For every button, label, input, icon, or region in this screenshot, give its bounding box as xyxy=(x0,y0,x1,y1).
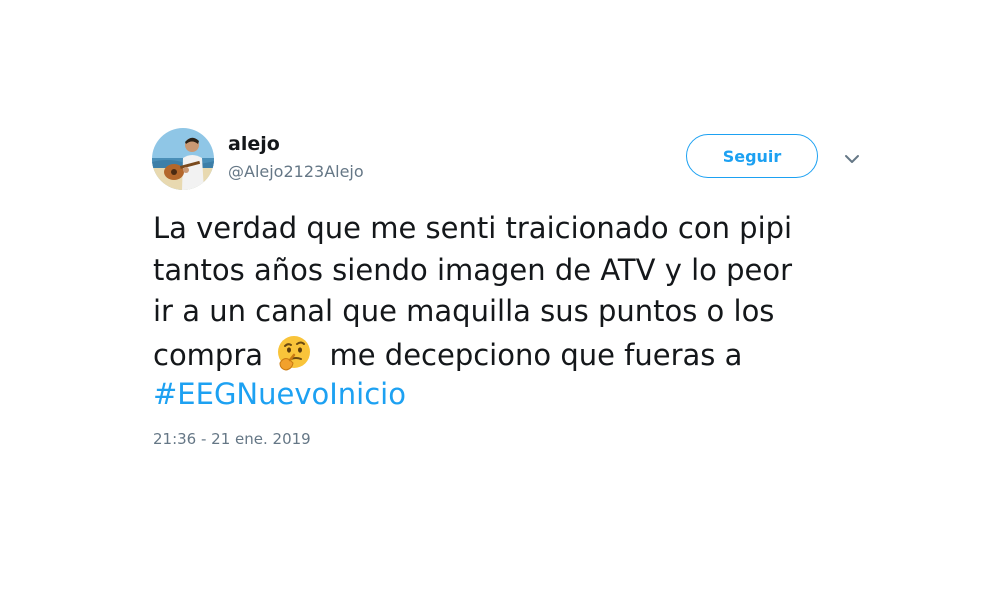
tweet-card: alejo @Alejo2123Alejo Seguir La verdad q… xyxy=(0,0,1000,590)
tweet-line-1: La verdad que me senti traicionado con p… xyxy=(153,211,793,245)
tweet-text: La verdad que me senti traicionado con p… xyxy=(153,208,873,416)
tweet-timestamp[interactable]: 21:36 - 21 ene. 2019 xyxy=(153,429,311,449)
follow-button[interactable]: Seguir xyxy=(686,134,818,178)
tweet-line-4: compra me decepciono que fueras a xyxy=(153,333,873,375)
thinking-face-emoji-icon xyxy=(274,333,314,373)
chevron-down-icon[interactable] xyxy=(843,150,861,168)
user-avatar[interactable] xyxy=(152,128,214,190)
tweet-line-5: #EEGNuevoInicio xyxy=(153,374,873,416)
guitar-player-avatar-icon xyxy=(152,128,214,190)
tweet-line-4-start: compra xyxy=(153,337,264,372)
display-name[interactable]: alejo xyxy=(228,132,280,156)
tweet-line-3: ir a un canal que maquilla sus puntos o … xyxy=(153,294,775,328)
hashtag-link[interactable]: #EEGNuevoInicio xyxy=(153,377,406,411)
user-handle[interactable]: @Alejo2123Alejo xyxy=(228,161,364,183)
tweet-line-4-end: me decepciono que fueras a xyxy=(329,337,743,372)
tweet-line-2: tantos años siendo imagen de ATV y lo pe… xyxy=(153,252,793,287)
